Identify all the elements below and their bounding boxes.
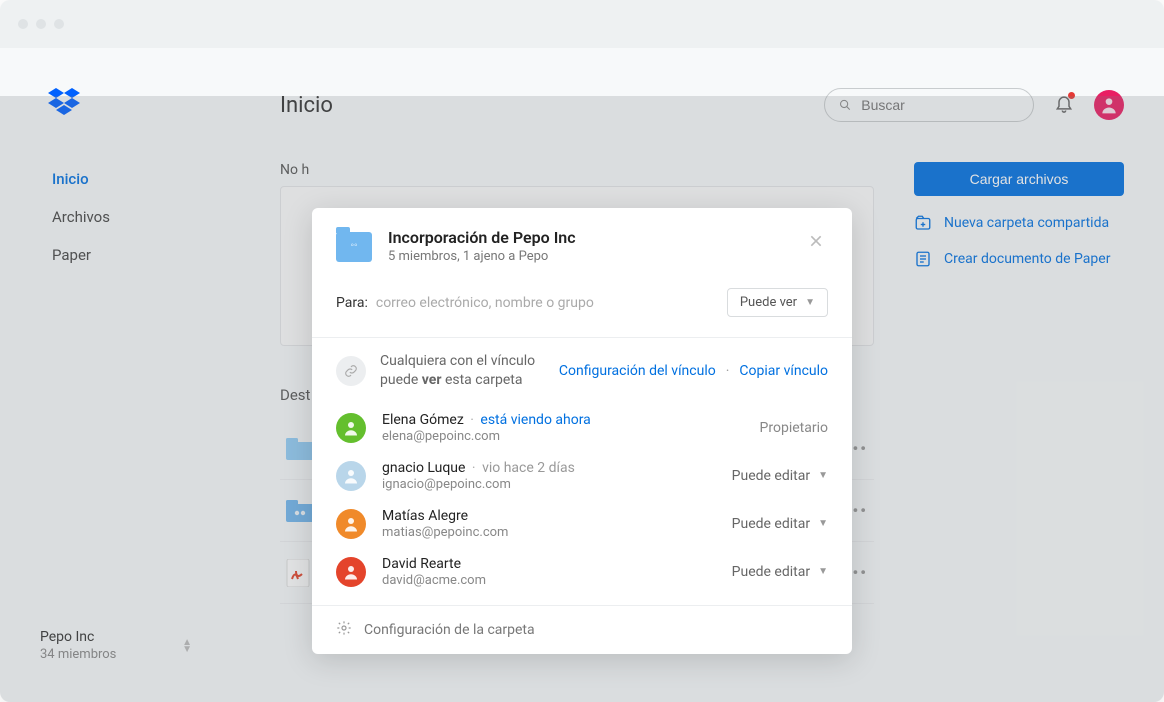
member-permission-dropdown[interactable]: Puede editar ▼	[732, 564, 828, 580]
close-icon	[808, 233, 824, 249]
traffic-zoom[interactable]	[54, 19, 64, 29]
link-description: Cualquiera con el vínculo puede ver esta…	[380, 352, 545, 390]
member-name: David Rearte	[382, 556, 732, 572]
member-email: david@acme.com	[382, 573, 732, 588]
modal-subtitle: 5 miembros, 1 ajeno a Pepo	[388, 249, 576, 264]
shared-folder-icon: ◦◦	[336, 232, 372, 262]
link-settings[interactable]: Configuración del vínculo	[559, 363, 716, 379]
member-status: está viendo ahora	[480, 412, 590, 428]
invite-input[interactable]: correo electrónico, nombre o grupo	[376, 295, 594, 311]
traffic-close[interactable]	[18, 19, 28, 29]
member-name: Elena Gómez · está viendo ahora	[382, 412, 760, 428]
chevron-down-icon: ▼	[818, 518, 828, 529]
modal-title: Incorporación de Pepo Inc	[388, 228, 576, 247]
chevron-down-icon: ▼	[805, 297, 815, 308]
member-email: elena@pepoinc.com	[382, 429, 760, 444]
permission-dropdown[interactable]: Puede ver ▼	[727, 288, 828, 317]
member-avatar	[336, 557, 366, 587]
link-icon	[336, 356, 366, 386]
member-row: gnacio Luque · vio hace 2 díasignacio@pe…	[336, 452, 828, 500]
share-modal: ◦◦ Incorporación de Pepo Inc 5 miembros,…	[312, 208, 852, 654]
invite-label: Para:	[336, 295, 368, 311]
member-name: Matías Alegre	[382, 508, 732, 524]
modal-overlay[interactable]: ◦◦ Incorporación de Pepo Inc 5 miembros,…	[0, 96, 1164, 702]
permission-label: Puede ver	[740, 295, 797, 310]
member-avatar	[336, 461, 366, 491]
member-permission-dropdown[interactable]: Puede editar ▼	[732, 468, 828, 484]
member-avatar	[336, 413, 366, 443]
window-titlebar	[0, 0, 1164, 48]
traffic-minimize[interactable]	[36, 19, 46, 29]
member-row: Elena Gómez · está viendo ahoraelena@pep…	[336, 404, 828, 452]
chevron-down-icon: ▼	[818, 470, 828, 481]
member-name: gnacio Luque · vio hace 2 días	[382, 460, 732, 476]
member-status: vio hace 2 días	[482, 460, 575, 476]
member-row: Matías Alegrematias@pepoinc.comPuede edi…	[336, 500, 828, 548]
close-button[interactable]	[804, 228, 828, 256]
member-permission-dropdown[interactable]: Puede editar ▼	[732, 516, 828, 532]
member-row: David Reartedavid@acme.comPuede editar ▼	[336, 548, 828, 596]
member-avatar	[336, 509, 366, 539]
gear-icon	[336, 620, 352, 640]
chevron-down-icon: ▼	[818, 566, 828, 577]
folder-settings-link[interactable]: Configuración de la carpeta	[364, 622, 535, 638]
member-email: ignacio@pepoinc.com	[382, 477, 732, 492]
member-role-label: Propietario	[760, 420, 828, 436]
member-email: matias@pepoinc.com	[382, 525, 732, 540]
copy-link[interactable]: Copiar vínculo	[739, 363, 828, 379]
